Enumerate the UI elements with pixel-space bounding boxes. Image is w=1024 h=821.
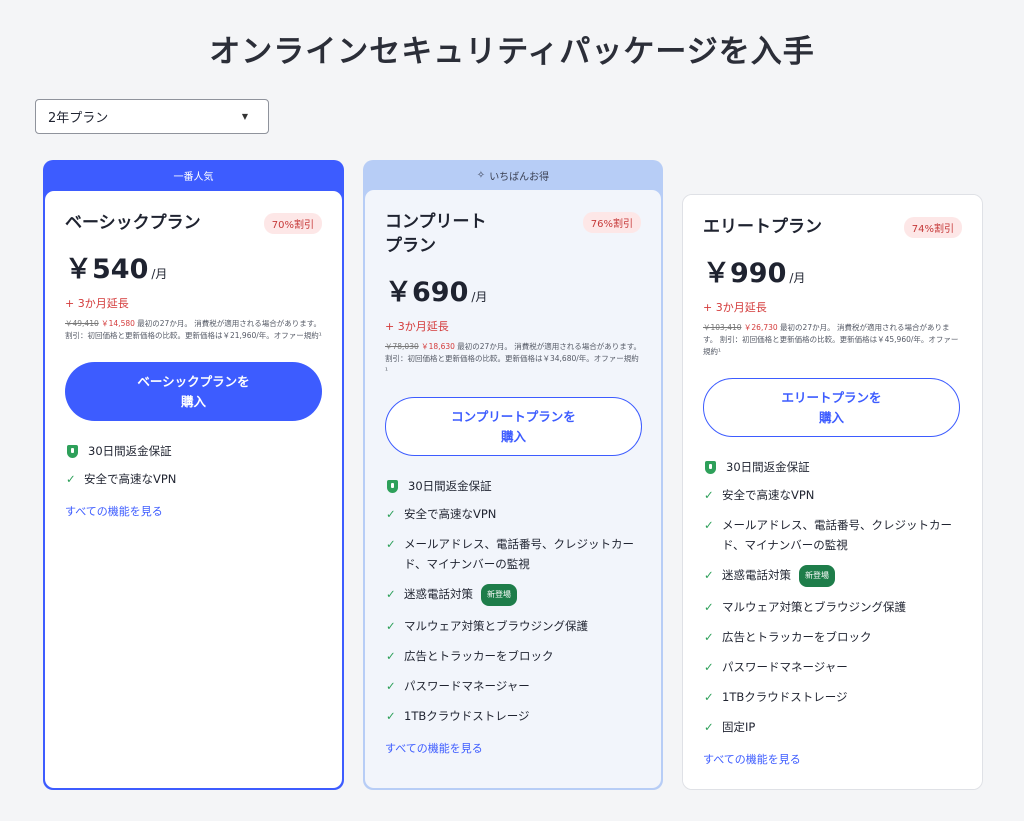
discount-badge: 76%割引 bbox=[582, 212, 641, 233]
check-icon: ✓ bbox=[704, 600, 714, 614]
buy-elite-button[interactable]: エリートプランを 購入 bbox=[703, 378, 960, 437]
feature-item: ✓ メールアドレス、電話番号、クレジットカード、マイナンバーの監視 bbox=[385, 534, 641, 574]
price-unit: /月 bbox=[471, 290, 488, 304]
old-price: ￥49,410 bbox=[65, 319, 99, 328]
check-icon: ✓ bbox=[704, 720, 714, 734]
shield-icon bbox=[705, 460, 716, 474]
plan-name: ベーシックプラン bbox=[65, 213, 201, 233]
check-icon: ✓ bbox=[386, 587, 396, 601]
old-price: ￥78,030 bbox=[385, 342, 419, 351]
band-label: 一番人気 bbox=[173, 171, 214, 183]
buy-complete-button[interactable]: コンプリートプランを 購入 bbox=[385, 397, 642, 456]
plan-card-basic: 一番人気 ベーシックプラン 70%割引 ￥540 /月 + 3か月延長 ￥49,… bbox=[43, 160, 344, 790]
check-icon: ✓ bbox=[386, 537, 396, 551]
price-amount: ￥540 bbox=[65, 254, 149, 285]
all-features-link[interactable]: すべての機能を見る bbox=[65, 503, 163, 519]
best-value-band: ✧ いちばんお得 bbox=[363, 160, 663, 190]
feature-item: ✓ メールアドレス、電話番号、クレジットカード、マイナンバーの監視 bbox=[703, 515, 962, 555]
discount-badge: 74%割引 bbox=[903, 217, 962, 238]
feature-item: ✓ マルウェア対策とブラウジング保護 bbox=[385, 616, 641, 636]
feature-item: ✓ 固定IP bbox=[703, 717, 962, 737]
all-features-link[interactable]: すべての機能を見る bbox=[703, 751, 801, 767]
plan-name: エリートプラン bbox=[703, 217, 822, 237]
check-icon: ✓ bbox=[704, 660, 714, 674]
guarantee-text: 30日間返金保証 bbox=[726, 460, 810, 474]
page-title: オンラインセキュリティパッケージを入手 bbox=[209, 34, 815, 70]
check-icon: ✓ bbox=[704, 488, 714, 502]
all-features-link[interactable]: すべての機能を見る bbox=[385, 740, 483, 756]
check-icon: ✓ bbox=[386, 619, 396, 633]
fine-print: ￥103,410 ￥26,730 最初の27か月。 消費税が適用される場合があり… bbox=[703, 322, 962, 358]
check-icon: ✓ bbox=[704, 630, 714, 644]
price-unit: /月 bbox=[789, 271, 806, 285]
feature-item: ✓ 広告とトラッカーをブロック bbox=[385, 646, 641, 666]
price-amount: ￥990 bbox=[703, 258, 787, 289]
extension-text: + 3か月延長 bbox=[385, 320, 449, 333]
extension-text: + 3か月延長 bbox=[703, 301, 767, 314]
check-icon: ✓ bbox=[386, 679, 396, 693]
fine-print: ￥49,410 ￥14,580 最初の27か月。 消費税が適用される場合がありま… bbox=[65, 318, 322, 342]
buy-basic-button[interactable]: ベーシックプランを 購入 bbox=[65, 362, 322, 421]
price-amount: ￥690 bbox=[385, 277, 469, 308]
new-badge: 新登場 bbox=[481, 584, 517, 606]
feature-item: ✓ 安全で高速なVPN bbox=[385, 504, 641, 524]
guarantee: 30日間返金保証 bbox=[65, 443, 322, 459]
extension-text: + 3か月延長 bbox=[65, 297, 129, 310]
fine-print-text: 最初の27か月。 消費税が適用される場合があります。 割引：初回価格と更新価格の… bbox=[703, 323, 959, 356]
price-unit: /月 bbox=[151, 267, 168, 281]
check-icon: ✓ bbox=[704, 690, 714, 704]
feature-item: ✓ 1TBクラウドストレージ bbox=[385, 706, 641, 726]
plan-name: コンプリート プラン bbox=[385, 212, 487, 256]
shield-icon bbox=[67, 444, 78, 458]
check-icon: ✓ bbox=[704, 518, 714, 532]
shield-icon bbox=[387, 479, 398, 493]
feature-item: ✓ 安全で高速なVPN bbox=[703, 485, 962, 505]
price: ￥540 /月 bbox=[65, 247, 322, 286]
feature-item: ✓ マルウェア対策とブラウジング保護 bbox=[703, 597, 962, 617]
fine-print: ￥78,030 ￥18,630 最初の27か月。 消費税が適用される場合がありま… bbox=[385, 341, 641, 377]
discount-badge: 70%割引 bbox=[263, 213, 322, 234]
chevron-down-icon: ▼ bbox=[241, 112, 248, 121]
price: ￥990 /月 bbox=[703, 251, 962, 290]
popular-band: 一番人気 bbox=[43, 160, 344, 190]
guarantee: 30日間返金保証 bbox=[385, 478, 641, 494]
check-icon: ✓ bbox=[386, 649, 396, 663]
sparkle-icon: ✧ bbox=[476, 169, 486, 181]
check-icon: ✓ bbox=[704, 568, 714, 582]
feature-item: ✓ 広告とトラッカーをブロック bbox=[703, 627, 962, 647]
band-label: いちばんお得 bbox=[489, 171, 550, 183]
feature-item: ✓ パスワードマネージャー bbox=[385, 676, 641, 696]
check-icon: ✓ bbox=[66, 472, 76, 486]
guarantee-text: 30日間返金保証 bbox=[408, 479, 492, 493]
new-price: ￥26,730 bbox=[743, 323, 778, 332]
check-icon: ✓ bbox=[386, 709, 396, 723]
guarantee: 30日間返金保証 bbox=[703, 459, 962, 475]
new-badge: 新登場 bbox=[799, 565, 835, 587]
check-icon: ✓ bbox=[386, 507, 396, 521]
old-price: ￥103,410 bbox=[703, 323, 742, 332]
feature-item: ✓ パスワードマネージャー bbox=[703, 657, 962, 677]
plan-card-elite: エリートプラン 74%割引 ￥990 /月 + 3か月延長 ￥103,410 ￥… bbox=[682, 194, 983, 790]
plan-card-complete: ✧ いちばんお得 コンプリート プラン 76%割引 ￥690 /月 + 3か月延長… bbox=[363, 160, 663, 790]
feature-item: ✓ 迷惑電話対策 新登場 bbox=[703, 565, 962, 587]
new-price: ￥14,580 bbox=[101, 319, 135, 328]
feature-item: ✓ 迷惑電話対策 新登場 bbox=[385, 584, 641, 606]
plan-duration-select[interactable]: 2年プラン ▼ bbox=[35, 99, 269, 134]
feature-item: ✓ 安全で高速なVPN bbox=[65, 469, 322, 489]
guarantee-text: 30日間返金保証 bbox=[88, 444, 172, 458]
plan-duration-value: 2年プラン bbox=[48, 111, 109, 126]
new-price: ￥18,630 bbox=[421, 342, 455, 351]
feature-item: ✓ 1TBクラウドストレージ bbox=[703, 687, 962, 707]
price: ￥690 /月 bbox=[385, 270, 641, 309]
